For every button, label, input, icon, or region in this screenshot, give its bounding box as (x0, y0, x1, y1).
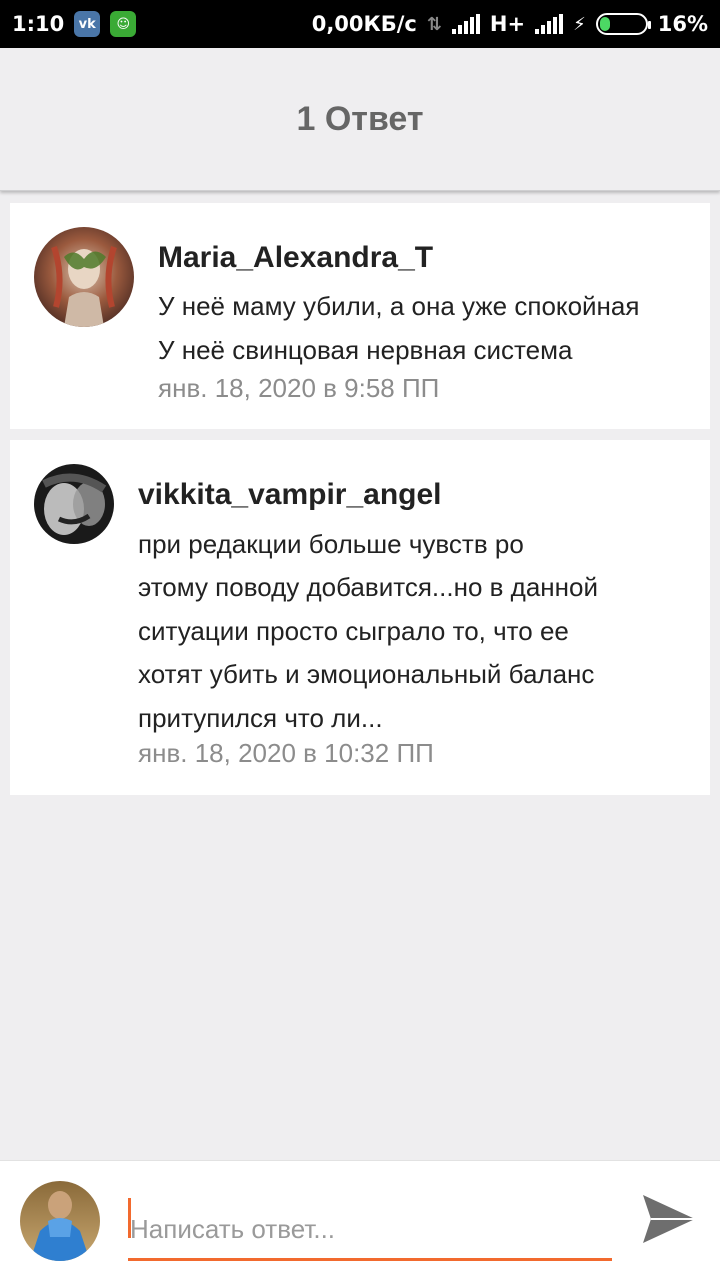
battery-percent: 16% (657, 12, 708, 36)
signal-icon (451, 14, 480, 34)
vk-icon: vk (74, 11, 101, 37)
android-bot-icon: ☺ (110, 11, 137, 37)
comment-text-line: У неё маму убили, а она уже спокойная (158, 291, 640, 321)
comment-text-line: при редакции больше чувств ро (138, 529, 524, 559)
comment-author[interactable]: Maria_Alexandra_T (158, 241, 433, 275)
avatar[interactable] (34, 227, 134, 327)
reply-input[interactable] (128, 1201, 612, 1261)
comment-card[interactable]: Maria_Alexandra_T У неё маму убили, а он… (10, 203, 710, 429)
battery-level (599, 17, 610, 31)
status-bar: 1:10 vk ☺ 0,00КБ/с ⇅ H+ ⚡ 16% (0, 0, 720, 48)
send-button[interactable] (640, 1190, 698, 1248)
network-type: H+ (489, 12, 526, 36)
comment-date: янв. 18, 2020 в 10:32 ПП (138, 738, 434, 768)
comment-text-line: У неё свинцовая нервная система (158, 335, 573, 365)
header: 1 Ответ (0, 48, 720, 191)
page-title: 1 Ответ (296, 99, 424, 138)
user-avatar (20, 1181, 100, 1261)
text-caret (128, 1198, 131, 1238)
charging-icon: ⚡ (573, 13, 586, 35)
comment-card[interactable]: vikkita_vampir_angel при редакции больше… (10, 440, 710, 795)
avatar[interactable] (34, 464, 114, 544)
reply-bar (0, 1160, 720, 1280)
comment-date: янв. 18, 2020 в 9:58 ПП (158, 373, 440, 403)
signal-icon-2 (535, 14, 564, 34)
network-speed: 0,00КБ/с (311, 12, 417, 36)
comment-author[interactable]: vikkita_vampir_angel (138, 478, 442, 512)
comment-text-line: ситуации просто сыграло то, что ее (138, 616, 569, 646)
status-time: 1:10 (12, 12, 65, 36)
send-icon (643, 1195, 695, 1243)
comment-text-line: хотят убить и эмоциональный баланс (138, 659, 595, 689)
data-transfer-icon: ⇅ (426, 13, 442, 35)
status-left: 1:10 vk ☺ (12, 11, 137, 37)
battery-icon (595, 13, 651, 35)
status-right: 0,00КБ/с ⇅ H+ ⚡ 16% (312, 12, 708, 36)
comment-text-line: притупился что ли... (138, 703, 383, 733)
comment-text-line: этому поводу добавится...но в данной (138, 572, 599, 602)
